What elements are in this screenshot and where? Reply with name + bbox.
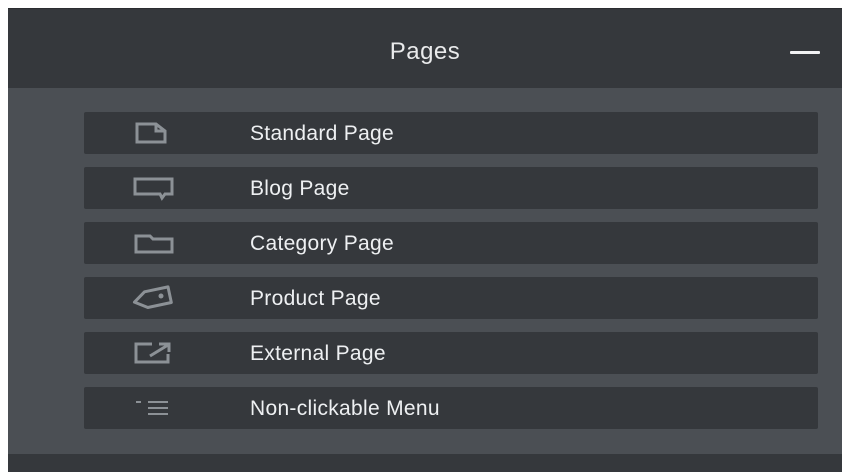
menu-item-label: Standard Page (250, 122, 395, 145)
menu-item-label: Product Page (250, 287, 381, 310)
external-link-icon (132, 340, 176, 366)
tag-icon (132, 285, 176, 311)
folder-icon (132, 230, 176, 256)
menu-lines-icon (132, 395, 176, 421)
panel-header: Pages (8, 8, 842, 88)
menu-item-category-page[interactable]: Category Page (84, 222, 818, 264)
pages-menu: Standard Page Blog Page Category Page Pr… (84, 112, 818, 442)
panel-title: Pages (389, 38, 461, 65)
menu-item-label: Blog Page (250, 177, 350, 200)
collapse-button[interactable] (786, 37, 826, 67)
menu-item-blog-page[interactable]: Blog Page (84, 167, 818, 209)
menu-item-label: Category Page (250, 232, 394, 255)
menu-item-external-page[interactable]: External Page (84, 332, 818, 374)
pages-panel: Pages Standard Page Blog Page Category P… (8, 8, 842, 472)
speech-bubble-icon (132, 175, 176, 201)
minus-icon (790, 51, 820, 54)
menu-item-non-clickable-menu: Non-clickable Menu (84, 387, 818, 429)
menu-item-product-page[interactable]: Product Page (84, 277, 818, 319)
menu-item-label: External Page (250, 342, 386, 365)
menu-item-standard-page[interactable]: Standard Page (84, 112, 818, 154)
menu-item-label: Non-clickable Menu (250, 397, 440, 420)
page-icon (132, 120, 176, 146)
panel-footer (8, 454, 842, 472)
